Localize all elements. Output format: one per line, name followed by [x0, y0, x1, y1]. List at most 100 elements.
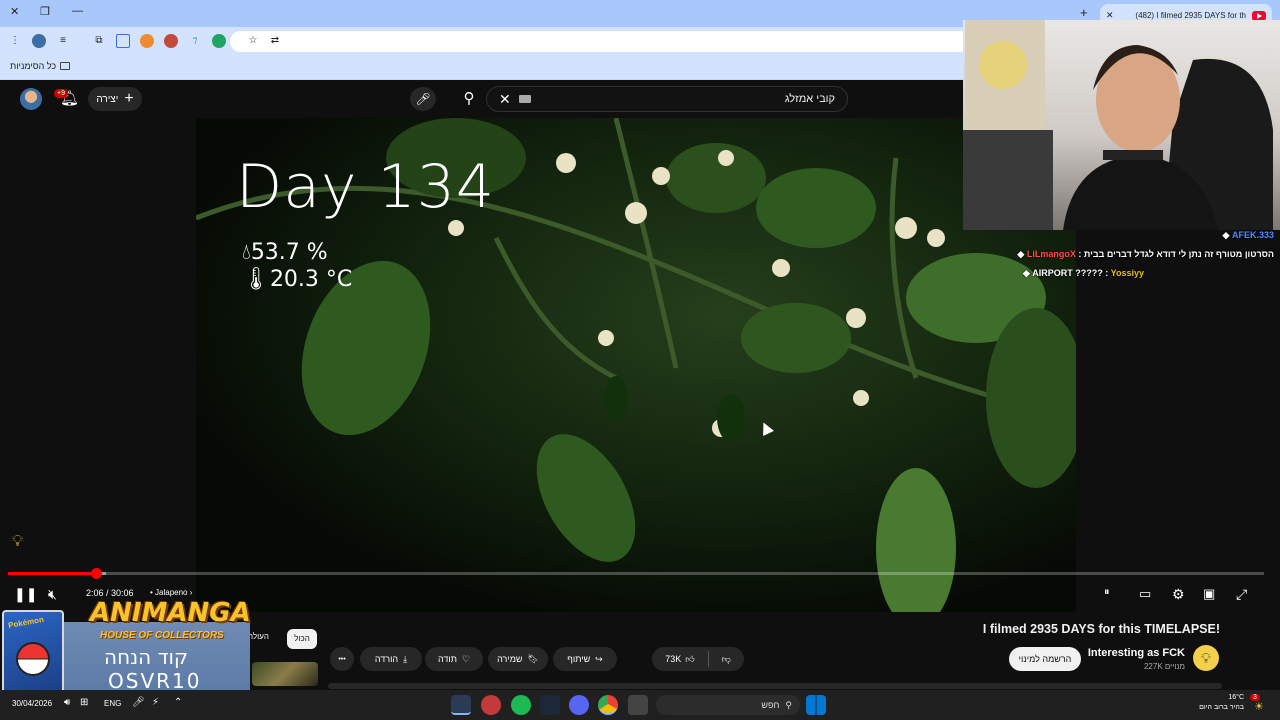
share-page-icon[interactable]: ⇄	[268, 34, 282, 48]
all-bookmarks-label: כל הסימניות	[10, 61, 57, 71]
time-display: 2:06 / 30:06	[86, 588, 134, 598]
promo-code-label: קוד הנחה	[104, 645, 189, 669]
overlay-humidity: 💧︎53.7 %	[242, 240, 328, 265]
dislike-button[interactable]: 👎︎	[714, 654, 739, 665]
taskbar-search[interactable]: חפש ⚲	[656, 695, 800, 715]
account-avatar[interactable]	[20, 88, 42, 110]
search-icon[interactable]: ⚲	[454, 87, 484, 111]
new-tab-button[interactable]: +	[1080, 5, 1088, 20]
pokemon-card-image: Pokémon	[2, 610, 64, 696]
filter-chip-all[interactable]: הכול	[287, 629, 317, 649]
chat-message: AFEK.333 ◆	[966, 226, 1274, 245]
autoplay-toggle-icon[interactable]: ⏸︎	[1104, 586, 1110, 599]
extension-translate-icon[interactable]: ⁊	[188, 34, 202, 48]
tab-search-icon[interactable]: ≡	[56, 34, 70, 48]
fullscreen-icon[interactable]: ⤢	[1236, 586, 1247, 603]
weather-temp: 16°C	[1228, 694, 1244, 701]
create-button[interactable]: יצירה +	[88, 87, 142, 111]
webcam-streamer-image	[963, 20, 1273, 230]
voice-search-mic-icon[interactable]: 🎤︎	[410, 87, 436, 111]
bluetooth-tray-icon[interactable]: ⚡︎	[152, 697, 159, 708]
stream-chat-overlay: AFEK.333 ◆ הסרטון מטורף זה נתן לי דודא ל…	[966, 226, 1274, 283]
chat-text: הסרטון מטורף זה נתן לי דודא לגדל דברים ב…	[1083, 249, 1274, 259]
discord-icon[interactable]	[569, 695, 589, 715]
chapter-label: Jalapeno	[155, 588, 188, 597]
search-query-text: קובי אמזלג	[784, 93, 835, 105]
subscribe-button[interactable]: הרשמה למינוי	[1009, 647, 1081, 671]
tray-overflow-chevron-icon[interactable]: ⌃	[174, 697, 182, 708]
progress-played	[8, 572, 96, 575]
chat-message: הסרטון מטורף זה נתן לי דודא לגדל דברים ב…	[1017, 249, 1274, 259]
description-box[interactable]	[328, 683, 1222, 689]
humidity-value: 53.7 %	[250, 240, 328, 265]
download-button[interactable]: הורדה ⤓	[360, 647, 422, 671]
microphone-tray-icon[interactable]: 🎤︎	[132, 697, 145, 708]
temperature-value: 20.3 °C	[269, 267, 353, 292]
recommended-video-thumbnail[interactable]	[252, 662, 318, 686]
lightbulb-icon[interactable]: 💡︎	[12, 533, 23, 551]
chat-text: AIRPORT ?????	[1032, 268, 1103, 278]
search-input[interactable]: ✕ קובי אמזלג	[486, 86, 848, 112]
more-actions-icon[interactable]: •••	[330, 647, 354, 671]
thanks-label: תודה	[437, 654, 457, 664]
extension-screen-icon[interactable]	[116, 34, 130, 48]
create-label: יצירה	[96, 93, 119, 105]
progress-bar[interactable]	[8, 572, 1264, 575]
pause-icon[interactable]: ❚❚	[14, 586, 37, 603]
mute-volume-icon[interactable]: 🔇︎	[48, 586, 57, 603]
bookmark-star-icon[interactable]: ☆	[246, 34, 260, 48]
chat-badge-icon: ◆	[1022, 268, 1030, 278]
network-icon[interactable]: ⊞	[80, 697, 88, 708]
channel-name[interactable]: Interesting as FCK	[1088, 647, 1185, 659]
weather-widget[interactable]: 16°C בהיר ברוב היום	[1199, 693, 1244, 713]
close-window-icon[interactable]: ✕	[10, 5, 19, 18]
language-indicator[interactable]: ENG	[104, 699, 121, 708]
taskbar-app-icon[interactable]	[451, 695, 471, 715]
like-button[interactable]: 73K 👍︎	[657, 654, 702, 665]
progress-scrubber-handle[interactable]	[90, 568, 102, 579]
chevron-right-icon: ›	[187, 588, 193, 597]
extension-red-icon[interactable]	[164, 34, 178, 48]
clear-search-icon[interactable]: ✕	[499, 91, 511, 108]
windows-start-icon[interactable]	[806, 695, 826, 715]
taskview-icon[interactable]	[628, 695, 648, 715]
all-bookmarks-button[interactable]: כל הסימניות	[10, 61, 71, 71]
save-button[interactable]: שמירה 🔖︎	[488, 647, 548, 671]
extension-orange-icon[interactable]	[140, 34, 154, 48]
taskbar-app-icon[interactable]	[481, 695, 501, 715]
filter-chip-uploads[interactable]: העולה	[248, 632, 269, 641]
extensions-icon[interactable]: ⧉	[92, 34, 106, 48]
tab-title: (482) I filmed 2935 DAYS for th	[1135, 11, 1246, 20]
share-button[interactable]: שיתוף ↪	[553, 647, 617, 671]
save-label: שמירה	[497, 654, 523, 664]
chat-username: AFEK.333	[1231, 230, 1274, 240]
volume-icon[interactable]: 🔊︎	[64, 697, 70, 708]
subtitles-icon[interactable]: ▭	[1139, 586, 1151, 602]
overlay-temperature: 🌡︎20.3 °C	[242, 267, 352, 292]
address-bar[interactable]	[230, 31, 970, 52]
video-title: I filmed 2935 DAYS for this TIMELAPSE!	[982, 622, 1220, 636]
taskbar-date[interactable]: 30/04/2026	[12, 699, 52, 708]
chat-username: LiLmangoX	[1026, 249, 1076, 259]
download-label: הורדה	[374, 654, 399, 664]
maximize-window-icon[interactable]: ❐	[40, 5, 50, 18]
keyboard-icon[interactable]	[518, 95, 531, 103]
channel-avatar[interactable]: 💡︎	[1193, 645, 1219, 671]
settings-gear-icon[interactable]: ⚙︎	[1172, 586, 1185, 603]
channel-subscriber-count: 227K מנויים	[1143, 662, 1185, 671]
bookmark-icon: 🔖︎	[527, 653, 539, 664]
humidity-drop-icon: 💧︎	[242, 240, 251, 265]
youtube-favicon-icon	[1252, 10, 1266, 21]
promo-subtitle: HOUSE OF COLLECTORS	[100, 630, 224, 641]
chapter-button[interactable]: • Jalapeno ›	[150, 588, 192, 597]
chrome-icon[interactable]	[598, 695, 618, 715]
steam-icon[interactable]	[540, 695, 560, 715]
profile-icon[interactable]	[32, 34, 46, 48]
spotify-icon[interactable]	[511, 695, 531, 715]
theater-mode-icon[interactable]: ▣	[1203, 586, 1215, 602]
thanks-button[interactable]: תודה ♡	[425, 647, 483, 671]
extension-green-icon[interactable]	[212, 34, 226, 48]
menu-kebab-icon[interactable]: ⋮	[8, 34, 22, 48]
minimize-window-icon[interactable]: —	[72, 5, 83, 17]
like-dislike-group: 73K 👍︎ 👎︎	[652, 647, 744, 671]
